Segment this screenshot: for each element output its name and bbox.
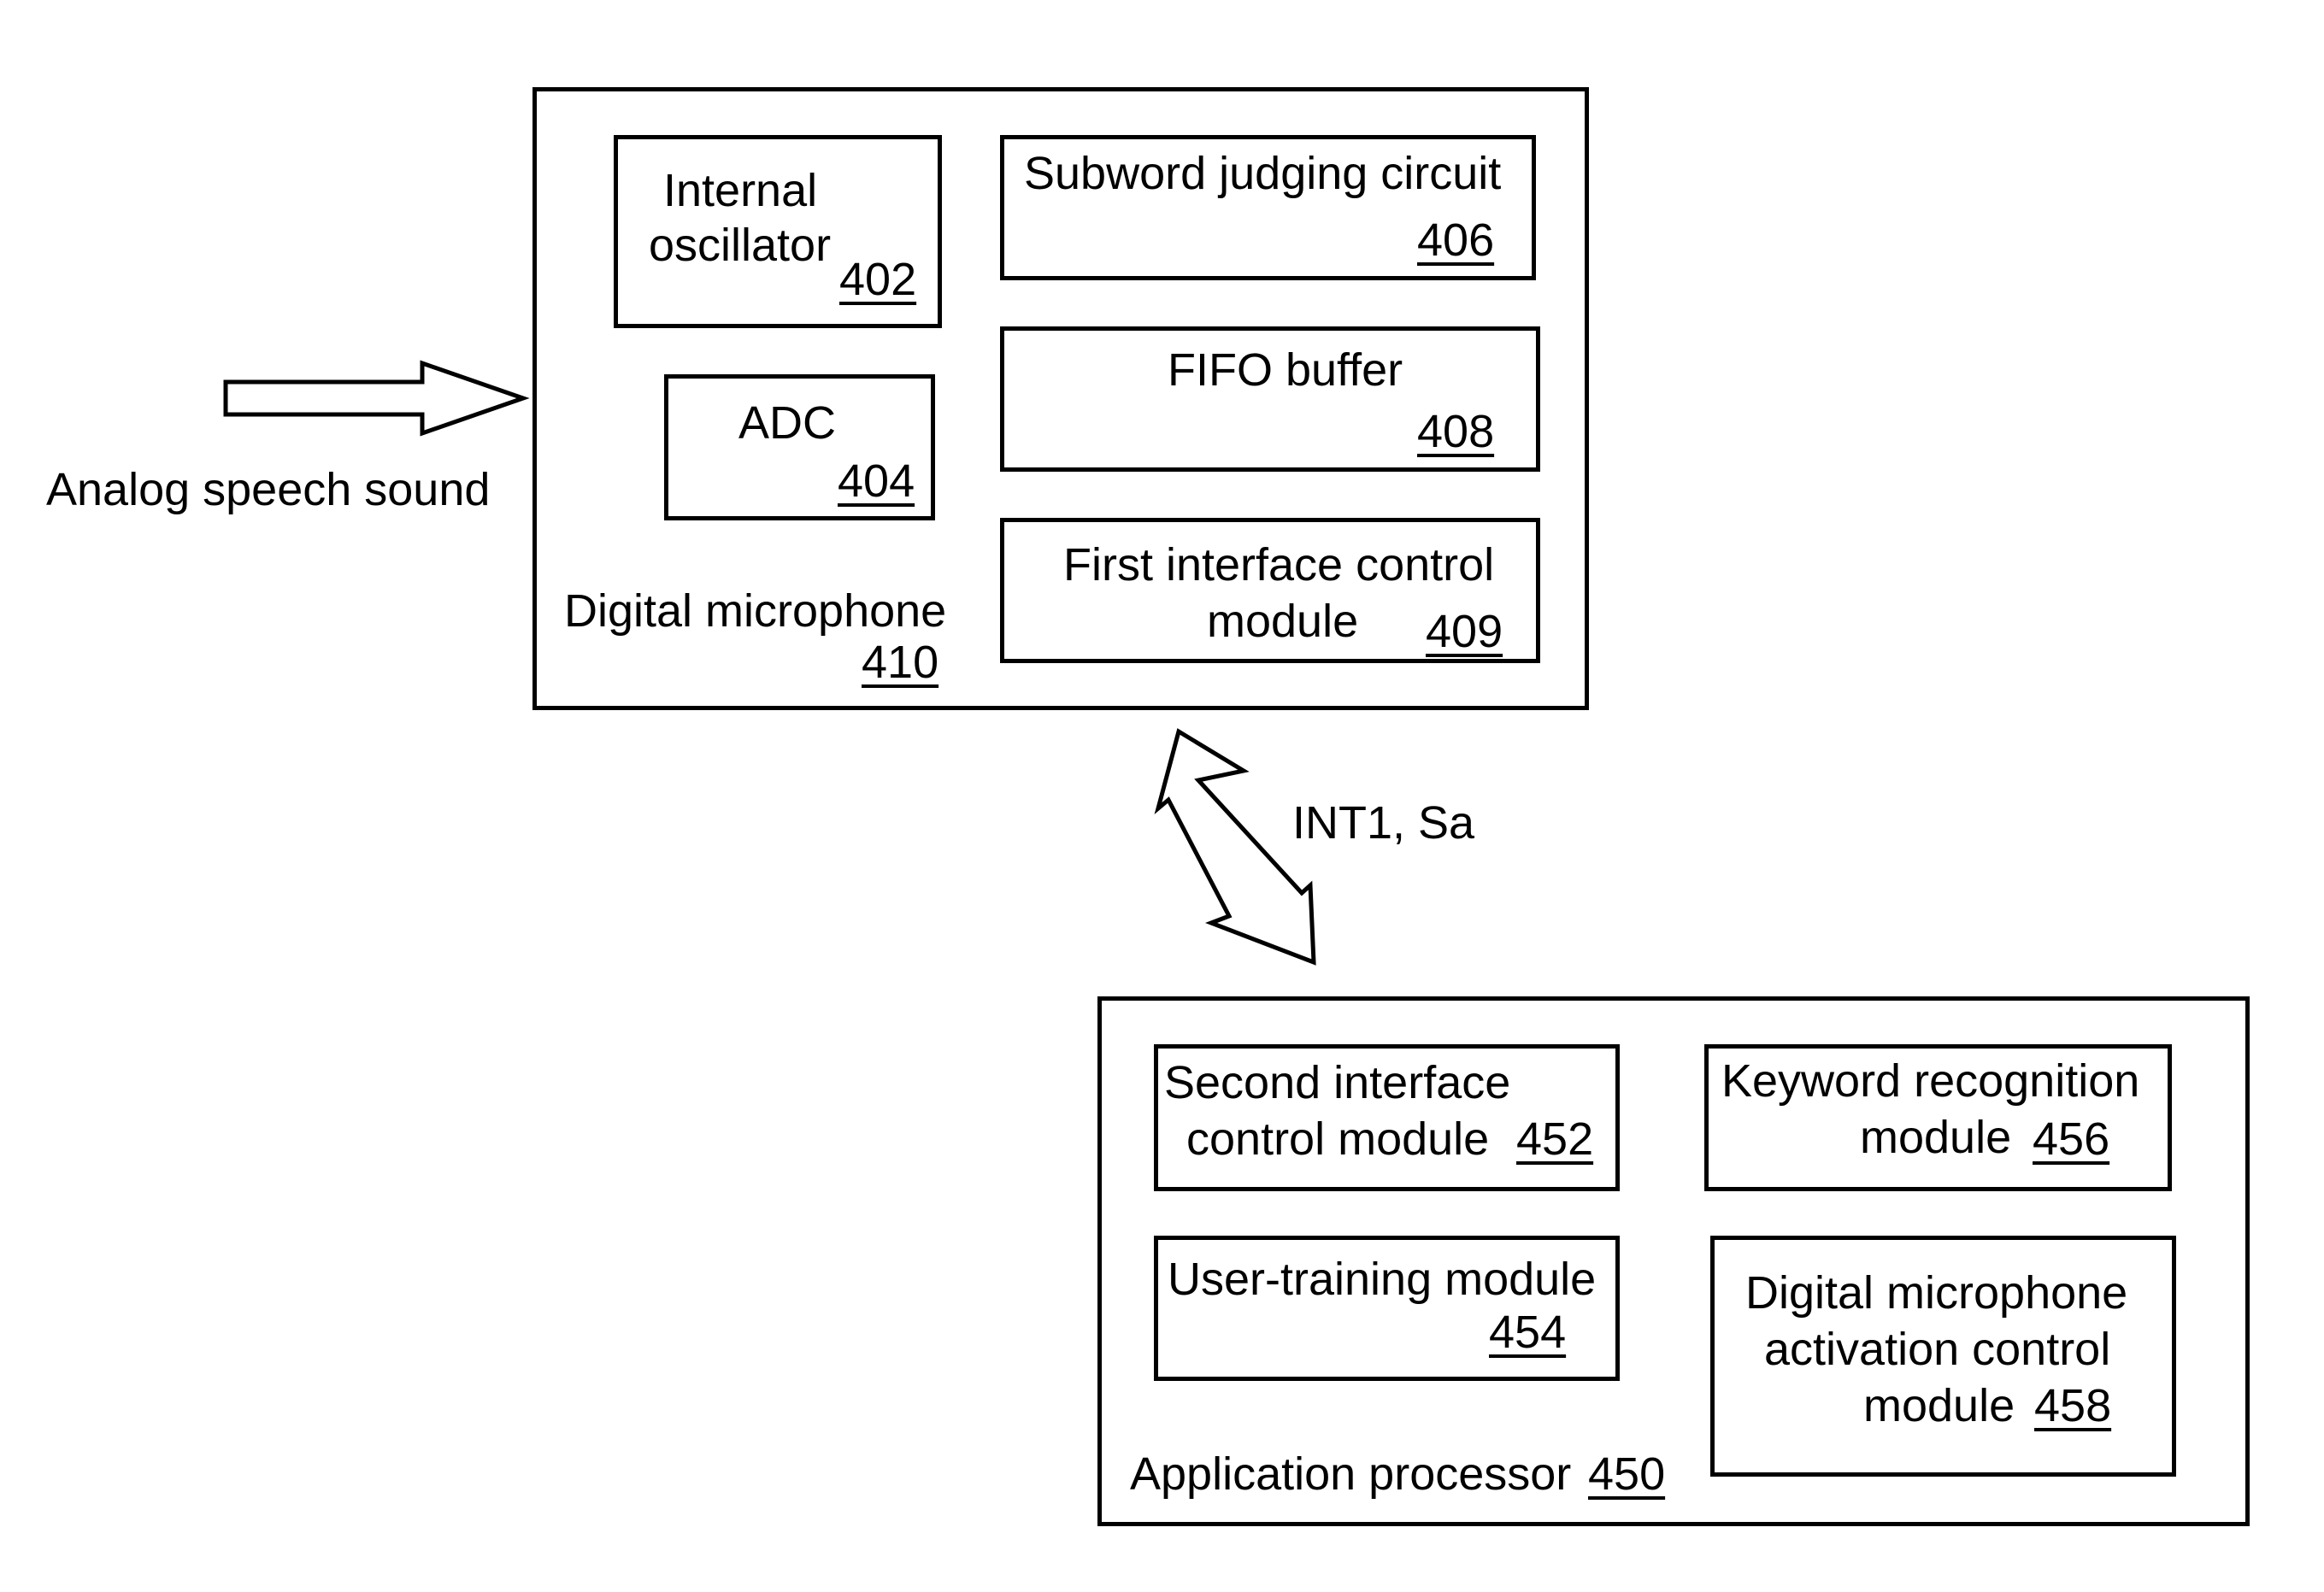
digital-microphone-ref: 410 — [862, 637, 939, 688]
second-interface-control-module-label-line1: Second interface — [1164, 1057, 1511, 1108]
digital-microphone-activation-control-module-label-line1: Digital microphone — [1745, 1267, 2128, 1319]
internal-oscillator-label-line1: Internal — [663, 165, 818, 216]
application-processor-ref: 450 — [1588, 1448, 1666, 1500]
internal-oscillator-ref: 402 — [839, 254, 917, 305]
input-label: Analog speech sound — [46, 464, 491, 515]
first-interface-control-module-ref: 409 — [1426, 606, 1503, 657]
first-interface-control-module-label-line2: module — [1207, 596, 1359, 647]
adc-ref: 404 — [838, 455, 915, 507]
adc-label: ADC — [738, 397, 837, 449]
internal-oscillator-label-line2: oscillator — [649, 220, 832, 271]
user-training-module-label: User-training module — [1168, 1254, 1597, 1305]
user-training-module-ref: 454 — [1489, 1307, 1567, 1358]
digital-microphone-activation-control-module-label-line3: module — [1863, 1380, 2015, 1431]
keyword-recognition-module-ref: 456 — [2033, 1113, 2110, 1165]
fifo-buffer-ref: 408 — [1417, 406, 1495, 457]
subword-judging-circuit-label: Subword judging circuit — [1024, 148, 1502, 199]
keyword-recognition-module-label-line1: Keyword recognition — [1721, 1055, 2140, 1107]
subword-judging-circuit-ref: 406 — [1417, 214, 1495, 266]
fifo-buffer-label: FIFO buffer — [1168, 344, 1403, 396]
digital-microphone-activation-control-module-ref: 458 — [2034, 1380, 2112, 1431]
digital-microphone-activation-control-module-label-line2: activation control — [1764, 1324, 2111, 1375]
application-processor-label: Application processor — [1130, 1448, 1572, 1500]
second-interface-control-module-ref: 452 — [1516, 1113, 1594, 1165]
bidirectional-arrow-icon — [1154, 728, 1316, 966]
second-interface-control-module-label-line2: control module — [1186, 1113, 1490, 1165]
digital-microphone-label: Digital microphone — [564, 585, 947, 637]
keyword-recognition-module-label-line2: module — [1860, 1112, 2012, 1163]
link-signal-label: INT1, Sa — [1292, 797, 1475, 849]
first-interface-control-module-label-line1: First interface control — [1063, 539, 1495, 590]
input-arrow-icon — [223, 360, 530, 437]
